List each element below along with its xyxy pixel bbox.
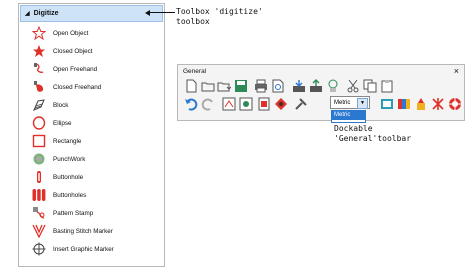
toolbox-callout-arrow bbox=[145, 10, 150, 16]
units-select-value: Metric bbox=[334, 99, 351, 106]
insert-graphic-marker-icon bbox=[32, 242, 46, 256]
buttonholes-icon bbox=[32, 189, 46, 201]
tool-label: Rectangle bbox=[53, 137, 82, 145]
close-icon[interactable]: × bbox=[454, 66, 459, 76]
basting-stitch-marker-icon bbox=[32, 224, 46, 238]
rectangle-icon bbox=[32, 134, 46, 148]
save-icon[interactable] bbox=[234, 79, 248, 93]
undo-icon[interactable] bbox=[184, 97, 198, 111]
collapse-triangle-icon[interactable]: ◢ bbox=[25, 10, 30, 17]
tool-rectangle[interactable]: Rectangle bbox=[19, 133, 164, 149]
color-sheet-icon[interactable] bbox=[257, 97, 271, 111]
tool-buttonhole[interactable]: Buttonhole bbox=[19, 169, 164, 185]
send-to-machine-icon[interactable] bbox=[292, 79, 306, 93]
tool-label: Basting Stitch Marker bbox=[53, 227, 113, 235]
toolbox-header[interactable]: ◢ Digitize bbox=[20, 5, 163, 22]
open-freehand-icon bbox=[34, 63, 44, 73]
open-folder-icon[interactable] bbox=[201, 79, 215, 93]
tool-block[interactable]: Block bbox=[19, 97, 164, 113]
block-icon bbox=[33, 99, 45, 111]
scissors-trim-icon[interactable] bbox=[431, 97, 445, 111]
tool-label: Block bbox=[53, 101, 69, 109]
open-recent-icon[interactable] bbox=[217, 79, 231, 93]
tool-label: Open Object bbox=[53, 29, 89, 37]
toolbar-row-2 bbox=[182, 97, 462, 115]
tool-ellipse[interactable]: Ellipse bbox=[19, 115, 164, 131]
design-properties-icon[interactable] bbox=[222, 97, 236, 111]
tool-label: PunchWork bbox=[53, 155, 86, 163]
general-toolbar-title: General bbox=[183, 68, 207, 75]
cut-icon[interactable] bbox=[346, 79, 360, 93]
tool-label: Buttonhole bbox=[53, 173, 84, 181]
tool-insert-graphic-marker[interactable]: Insert Graphic Marker bbox=[19, 241, 164, 257]
punchwork-icon bbox=[33, 153, 45, 165]
units-dropdown-list: Metric bbox=[331, 110, 366, 123]
toolbar-row-1 bbox=[182, 79, 462, 97]
tool-label: Insert Graphic Marker bbox=[53, 245, 114, 253]
ellipse-icon bbox=[32, 116, 46, 130]
pattern-stamp-icon bbox=[33, 207, 45, 219]
units-select[interactable]: Metric ▼ bbox=[330, 96, 370, 109]
print-icon[interactable] bbox=[254, 79, 268, 93]
thread-usb-icon[interactable] bbox=[326, 79, 340, 93]
tool-punchwork[interactable]: PunchWork bbox=[19, 151, 164, 167]
buttonhole-icon bbox=[37, 171, 41, 183]
redo-icon[interactable] bbox=[201, 97, 215, 111]
hoop-icon[interactable] bbox=[380, 97, 394, 111]
tool-open-object[interactable]: Open Object bbox=[19, 25, 164, 41]
tool-label: Open Freehand bbox=[53, 65, 98, 73]
units-option-metric[interactable]: Metric bbox=[332, 111, 365, 120]
open-object-icon bbox=[32, 26, 46, 40]
closed-freehand-icon bbox=[34, 81, 44, 92]
tool-closed-object[interactable]: Closed Object bbox=[19, 43, 164, 59]
tool-label: Pattern Stamp bbox=[53, 209, 94, 217]
toolbox-callout-line bbox=[147, 12, 175, 13]
toolbox-callout-text: Toolbox 'digitize' toolbox bbox=[176, 7, 263, 26]
tool-buttonholes[interactable]: Buttonholes bbox=[19, 187, 164, 203]
tool-label: Closed Freehand bbox=[53, 83, 102, 91]
stitch-settings-icon[interactable] bbox=[274, 97, 288, 111]
general-toolbar: General × bbox=[177, 64, 465, 121]
closed-object-icon bbox=[33, 45, 45, 57]
chevron-down-icon[interactable]: ▼ bbox=[357, 98, 368, 109]
target-grid-icon[interactable] bbox=[448, 97, 462, 111]
thread-colors-icon[interactable] bbox=[397, 97, 411, 111]
stitch-player-icon[interactable] bbox=[414, 97, 428, 111]
print-preview-icon[interactable] bbox=[271, 79, 285, 93]
paste-icon[interactable] bbox=[380, 79, 394, 93]
toolbox-title: Digitize bbox=[33, 10, 59, 17]
tool-label: Closed Object bbox=[53, 47, 93, 55]
digitize-toolbox: ◢ Digitize Open Object Closed Object Ope… bbox=[18, 3, 165, 267]
tool-basting-stitch-marker[interactable]: Basting Stitch Marker bbox=[19, 223, 164, 239]
tool-label: Buttonholes bbox=[53, 191, 87, 199]
tool-closed-freehand[interactable]: Closed Freehand bbox=[19, 79, 164, 95]
copy-icon[interactable] bbox=[363, 79, 377, 93]
toolbar-callout-text: Dockable 'General'toolbar bbox=[334, 124, 412, 143]
machine-receive-icon[interactable] bbox=[309, 79, 323, 93]
tool-open-freehand[interactable]: Open Freehand bbox=[19, 61, 164, 77]
new-file-icon[interactable] bbox=[184, 79, 198, 93]
tool-pattern-stamp[interactable]: Pattern Stamp bbox=[19, 205, 164, 221]
object-properties-icon[interactable] bbox=[239, 97, 253, 111]
options-tools-icon[interactable] bbox=[294, 97, 308, 111]
tool-label: Ellipse bbox=[53, 119, 72, 127]
